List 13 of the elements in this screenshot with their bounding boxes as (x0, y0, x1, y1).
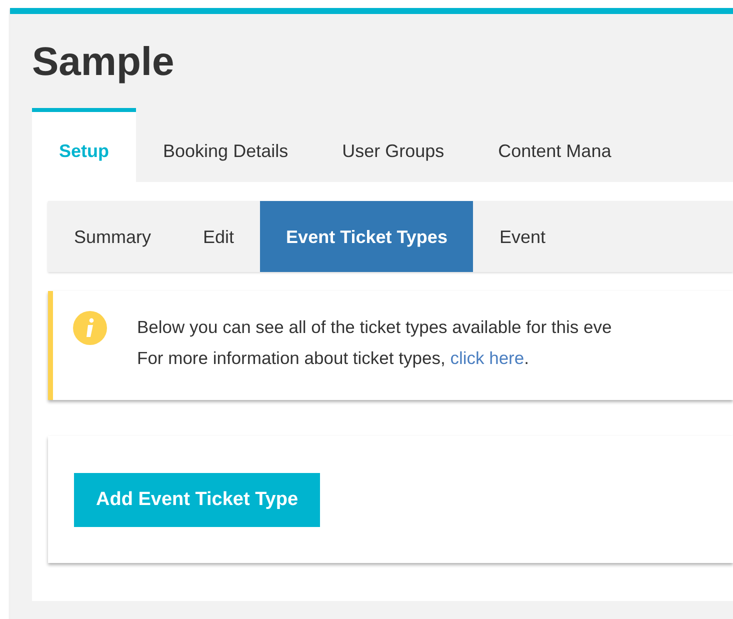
tab[interactable]: Booking Details (136, 108, 316, 182)
tab[interactable]: Content Mana (471, 108, 638, 182)
subtab[interactable]: Summary (48, 201, 178, 272)
subtab[interactable]: Edit (177, 201, 260, 272)
page-title: Sample (32, 39, 176, 86)
info-icon (73, 311, 107, 345)
tab[interactable]: User Groups (315, 108, 472, 182)
help-link[interactable]: click here (450, 348, 524, 368)
alert-text: . (524, 348, 529, 368)
subtab[interactable]: Event (473, 201, 572, 272)
alert-text: Below you can see all of the ticket types available for this eve (137, 316, 612, 339)
subtab[interactable]: Event Ticket Types (260, 201, 474, 272)
alert-text: For more information about ticket types, (137, 348, 446, 368)
